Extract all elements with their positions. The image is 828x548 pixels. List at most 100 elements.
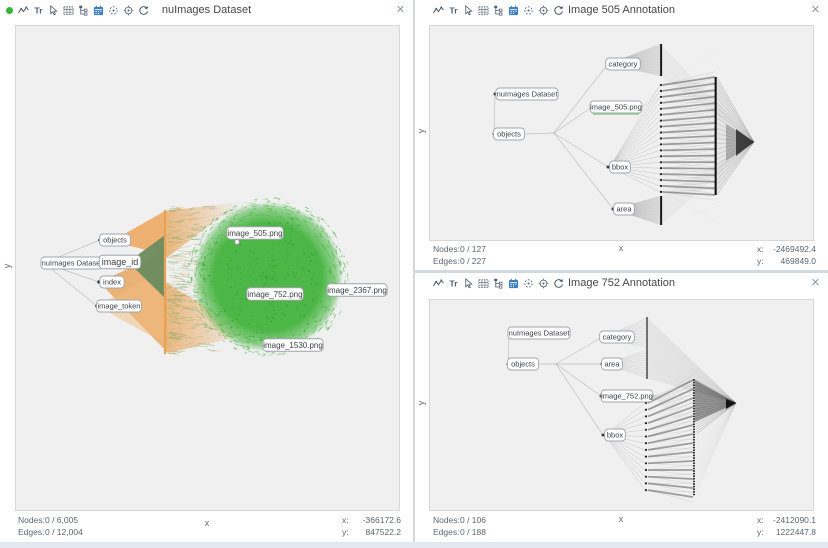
- x-axis-label: x: [611, 514, 631, 524]
- pointer-tool-icon[interactable]: [462, 3, 475, 17]
- edges-count: 0 / 12,004: [45, 527, 83, 537]
- svg-text:image_505.png: image_505.png: [227, 229, 282, 238]
- graph-canvas[interactable]: nuImages Dataset objects image_idindex imag…: [15, 25, 400, 511]
- svg-text:Tr: Tr: [449, 5, 458, 15]
- panel-dataset: Tr nuImages Dataset ✕ nuImages Dataset ob…: [0, 0, 413, 542]
- edges-count: 0 / 227: [460, 256, 486, 266]
- cursor-y-value: 1222447.8: [766, 526, 816, 538]
- panel-header: Tr nuImages Dataset ✕: [0, 0, 413, 21]
- cursor-x-label: x:: [757, 244, 764, 254]
- panel-title: nuImages Dataset: [60, 4, 353, 16]
- cursor-y-value: 847522.2: [351, 526, 401, 538]
- graph-node-label[interactable]: nuImages Dataset: [508, 327, 570, 339]
- line-chart-icon[interactable]: [432, 276, 445, 290]
- graph-node-label[interactable]: index: [100, 276, 124, 288]
- graph-node-label[interactable]: image_id: [99, 255, 140, 269]
- line-chart-icon[interactable]: [17, 3, 30, 17]
- edges-label: Edges:: [18, 526, 45, 538]
- cursor-y-label: y:: [757, 256, 764, 266]
- y-axis-label: y: [2, 260, 12, 272]
- graph-node-label[interactable]: area: [614, 203, 635, 215]
- svg-text:category: category: [603, 333, 632, 342]
- pointer-tool-icon[interactable]: [462, 276, 475, 290]
- graph-node-label[interactable]: image_505.png: [227, 227, 283, 240]
- svg-text:image_752.png: image_752.png: [601, 392, 653, 401]
- graph-node-label[interactable]: image_token: [97, 300, 142, 312]
- svg-text:image_token: image_token: [98, 302, 141, 311]
- status-cursor-coords: x: -366172.6 y: 847522.2: [342, 514, 401, 538]
- panel-title: Image 752 Annotation: [475, 277, 768, 289]
- graph-node-label[interactable]: bbox: [610, 161, 631, 173]
- edges-label: Edges:: [433, 255, 460, 267]
- edges-label: Edges:: [433, 526, 460, 538]
- close-icon[interactable]: ✕: [811, 276, 820, 289]
- svg-text:image_752.png: image_752.png: [247, 290, 302, 299]
- cursor-x-value: -2469492.4: [766, 243, 816, 255]
- panel-image505: Tr Image 505 Annotation ✕ nuImages Datas…: [415, 0, 828, 270]
- graph-node-label[interactable]: nuImages Dataset: [41, 257, 103, 269]
- nodes-count: 0 / 6,005: [45, 515, 78, 525]
- graph-node-label[interactable]: objects: [493, 128, 524, 140]
- cursor-y-value: 469849.0: [766, 255, 816, 267]
- svg-text:area: area: [616, 205, 632, 214]
- svg-text:Tr: Tr: [34, 5, 43, 15]
- graph-node-label[interactable]: area: [602, 358, 623, 370]
- graph-node-label[interactable]: category: [600, 331, 635, 343]
- cursor-x-value: -366172.6: [351, 514, 401, 526]
- svg-text:area: area: [604, 360, 620, 369]
- graph-canvas[interactable]: nuImages Dataset objects category area image…: [429, 299, 814, 511]
- svg-text:image_505.png: image_505.png: [590, 103, 642, 112]
- cursor-y-label: y:: [342, 527, 349, 537]
- close-icon[interactable]: ✕: [811, 3, 820, 16]
- pointer-tool-icon[interactable]: [47, 3, 60, 17]
- status-cursor-coords: x: -2469492.4 y: 469849.0: [757, 243, 816, 267]
- graph-node-label[interactable]: bbox: [605, 429, 626, 441]
- graph-node-label[interactable]: nuImages Dataset: [496, 88, 558, 100]
- graph-node-label[interactable]: image_2367.png: [327, 284, 387, 297]
- x-axis-label: x: [611, 243, 631, 253]
- cursor-x-value: -2412090.1: [766, 514, 816, 526]
- svg-text:image_id: image_id: [102, 257, 139, 267]
- close-icon[interactable]: ✕: [396, 3, 405, 16]
- graph-node-label[interactable]: objects: [99, 234, 130, 246]
- nodes-label: Nodes:: [18, 514, 45, 526]
- graph-node-label[interactable]: category: [606, 58, 641, 70]
- graph-canvas[interactable]: nuImages Dataset objects category image_505…: [429, 25, 814, 241]
- status-counts: Nodes:0 / 6,005 Edges:0 / 12,004: [18, 514, 83, 538]
- cursor-x-label: x:: [757, 515, 764, 525]
- cursor-x-label: x:: [342, 515, 349, 525]
- text-tool-icon[interactable]: Tr: [447, 3, 460, 17]
- graph-node-label[interactable]: image_752.png: [247, 288, 303, 301]
- graph-node-label[interactable]: image_752.png: [601, 390, 653, 402]
- svg-text:bbox: bbox: [612, 163, 629, 172]
- nodes-count: 0 / 106: [460, 515, 486, 525]
- y-axis-label: y: [416, 397, 426, 409]
- svg-text:Tr: Tr: [449, 278, 458, 288]
- edges-count: 0 / 188: [460, 527, 486, 537]
- svg-text:nuImages Dataset: nuImages Dataset: [42, 259, 104, 268]
- status-counts: Nodes:0 / 106 Edges:0 / 188: [433, 514, 486, 538]
- app-window: Tr nuImages Dataset ✕ nuImages Dataset ob…: [0, 0, 828, 548]
- graph-node-label[interactable]: image_505.png: [590, 101, 642, 113]
- window-bottom-edge: [0, 542, 828, 548]
- svg-text:nuImages Dataset: nuImages Dataset: [509, 329, 571, 338]
- x-axis-label: x: [197, 518, 217, 528]
- svg-text:nuImages Dataset: nuImages Dataset: [497, 90, 559, 99]
- text-tool-icon[interactable]: Tr: [32, 3, 45, 17]
- svg-text:index: index: [103, 278, 121, 287]
- nodes-label: Nodes:: [433, 514, 460, 526]
- graph-node-label[interactable]: objects: [507, 358, 538, 370]
- line-chart-icon[interactable]: [432, 3, 445, 17]
- cursor-y-label: y:: [757, 527, 764, 537]
- status-counts: Nodes:0 / 127 Edges:0 / 227: [433, 243, 486, 267]
- svg-text:bbox: bbox: [607, 431, 624, 440]
- nodes-count: 0 / 127: [460, 244, 486, 254]
- svg-text:category: category: [609, 60, 638, 69]
- svg-text:image_1530.png: image_1530.png: [263, 341, 323, 350]
- graph-node-label[interactable]: image_1530.png: [263, 339, 323, 352]
- panel-title: Image 505 Annotation: [475, 4, 768, 16]
- svg-text:image_2367.png: image_2367.png: [327, 286, 387, 295]
- text-tool-icon[interactable]: Tr: [447, 276, 460, 290]
- panel-header: Tr Image 505 Annotation ✕: [415, 0, 828, 21]
- svg-text:objects: objects: [511, 360, 535, 369]
